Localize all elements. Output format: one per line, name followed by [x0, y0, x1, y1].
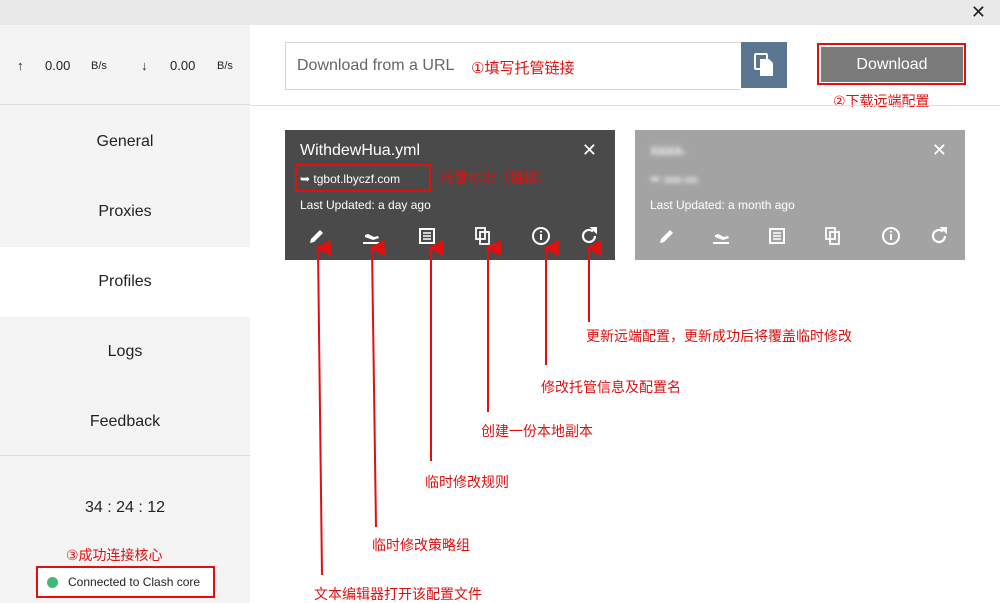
profile-source-highlight	[295, 164, 431, 192]
edit-icon[interactable]	[657, 226, 677, 246]
download-speed-unit: B/s	[217, 60, 233, 72]
duplicate-icon[interactable]	[473, 226, 493, 246]
rules-icon[interactable]	[417, 226, 437, 246]
annotation-rules: 临时修改规则	[425, 474, 509, 490]
profile-actions	[307, 226, 597, 246]
status-dot-icon	[47, 577, 58, 588]
copy-icon	[754, 53, 773, 76]
sidebar-item-general[interactable]: General	[0, 107, 250, 177]
download-speed-value: 0.00	[170, 58, 196, 73]
rules-icon[interactable]	[767, 226, 787, 246]
header-divider	[250, 105, 1000, 106]
annotation-core-connected: ③成功连接核心	[66, 547, 163, 563]
info-icon[interactable]	[531, 226, 551, 246]
profile-name: WithdewHua.yml	[300, 142, 421, 159]
uptime-timer: 34 : 24 : 12	[84, 499, 166, 516]
sidebar-divider	[0, 455, 250, 456]
refresh-icon[interactable]	[579, 226, 599, 246]
refresh-icon[interactable]	[929, 226, 949, 246]
core-status: Connected to Clash core	[36, 566, 215, 598]
annotation-fill-url: ①填写托管链接	[471, 60, 575, 77]
sidebar-item-profiles[interactable]: Profiles	[0, 247, 250, 317]
delete-profile-icon[interactable]: ✕	[582, 140, 597, 161]
sidebar-item-proxies[interactable]: Proxies	[0, 177, 250, 247]
window-close-icon[interactable]: ✕	[971, 2, 986, 22]
annotation-info: 修改托管信息及配置名	[541, 379, 681, 395]
upload-speed-unit: B/s	[91, 60, 107, 72]
proxy-groups-icon[interactable]	[361, 226, 381, 246]
profile-card[interactable]: x̶x̶x̶x̶ ➥ x̶x̶x̶ x̶x̶ Last Updated: a m…	[635, 130, 965, 260]
info-icon[interactable]	[881, 226, 901, 246]
annotation-duplicate: 创建一份本地副本	[481, 423, 593, 439]
annotation-download-remote: ②下载远端配置	[833, 93, 930, 109]
arrow-editor	[314, 239, 331, 576]
annotation-refresh: 更新远端配置，更新成功后将覆盖临时修改	[586, 328, 852, 344]
proxy-groups-icon[interactable]	[711, 226, 731, 246]
annotation-editor: 文本编辑器打开该配置文件	[314, 586, 482, 602]
profile-updated: Last Updated: a day ago	[300, 198, 431, 212]
download-arrow-icon: ↓	[141, 58, 148, 73]
delete-profile-icon[interactable]: ✕	[932, 140, 947, 161]
paste-url-button[interactable]	[741, 42, 787, 88]
upload-speed-value: 0.00	[45, 58, 71, 73]
upload-arrow-icon: ↑	[17, 58, 24, 73]
download-button[interactable]: Download	[821, 47, 963, 82]
edit-icon[interactable]	[307, 226, 327, 246]
sidebar: ↑ 0.00 B/s ↓ 0.00 B/s General Proxies Pr…	[0, 25, 250, 603]
profile-source: ➥ x̶x̶x̶ x̶x̶	[650, 172, 697, 186]
annotation-source: 托管标识（链接）	[440, 169, 552, 185]
sidebar-item-feedback[interactable]: Feedback	[0, 387, 250, 457]
sidebar-item-logs[interactable]: Logs	[0, 317, 250, 387]
core-status-text: Connected to Clash core	[68, 575, 201, 589]
arrow-groups	[368, 239, 385, 528]
title-bar: ✕	[0, 0, 1000, 25]
annotation-groups: 临时修改策略组	[372, 537, 470, 553]
profile-card[interactable]: WithdewHua.yml ➥ tgbot.lbyczf.com Last U…	[285, 130, 615, 260]
traffic-panel: ↑ 0.00 B/s ↓ 0.00 B/s	[0, 25, 250, 105]
profile-actions	[657, 226, 947, 246]
profile-name: x̶x̶x̶x̶	[650, 142, 682, 159]
profile-updated: Last Updated: a month ago	[650, 198, 795, 212]
duplicate-icon[interactable]	[823, 226, 843, 246]
